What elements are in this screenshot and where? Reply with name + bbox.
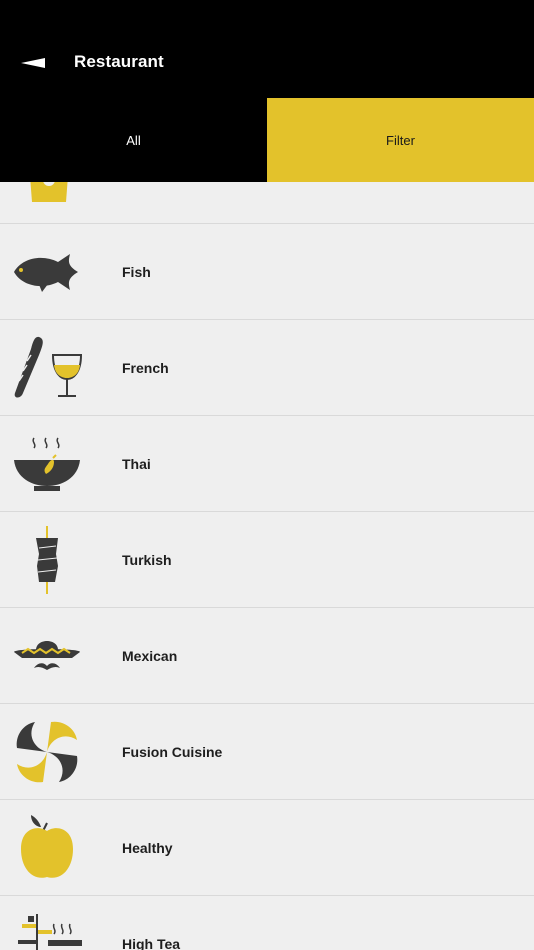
list-item-partial[interactable] bbox=[0, 182, 534, 224]
apple-icon bbox=[21, 815, 73, 878]
list-item-label: Turkish bbox=[122, 551, 172, 568]
noodle-bowl-icon bbox=[14, 437, 80, 491]
list-item-french[interactable]: French bbox=[0, 320, 534, 416]
list-item-label: Fusion Cuisine bbox=[122, 743, 223, 760]
high-tea-icon bbox=[18, 914, 82, 950]
fusion-swirl-icon bbox=[16, 721, 78, 783]
list-item-label: Fish bbox=[122, 263, 151, 280]
tab-bar: All Filter bbox=[0, 98, 534, 182]
kebab-icon bbox=[36, 526, 58, 594]
list-item-label: Healthy bbox=[122, 839, 173, 856]
list-item-fish[interactable]: Fish bbox=[0, 224, 534, 320]
list-item-high-tea[interactable]: High Tea bbox=[0, 896, 534, 950]
list-item-turkish[interactable]: Turkish bbox=[0, 512, 534, 608]
restaurant-screen: Restaurant All Filter Fish French Thai T… bbox=[0, 0, 534, 950]
list-item-label: Thai bbox=[122, 455, 151, 472]
list-item-healthy[interactable]: Healthy bbox=[0, 800, 534, 896]
back-button[interactable] bbox=[14, 44, 54, 82]
category-list[interactable]: Fish French Thai Turkish Mexican Fusion … bbox=[0, 182, 534, 950]
list-item-label: High Tea bbox=[122, 935, 181, 950]
list-item-mexican[interactable]: Mexican bbox=[0, 608, 534, 704]
back-arrow-icon bbox=[21, 58, 45, 68]
page-title: Restaurant bbox=[74, 52, 164, 71]
tab-filter[interactable]: Filter bbox=[267, 98, 534, 182]
app-header: Restaurant bbox=[0, 0, 534, 98]
tab-all[interactable]: All bbox=[0, 98, 267, 182]
takeaway-box-icon bbox=[30, 182, 68, 202]
baguette-wine-icon bbox=[14, 336, 83, 398]
list-item-thai[interactable]: Thai bbox=[0, 416, 534, 512]
list-item-label: Mexican bbox=[122, 647, 178, 664]
fish-icon bbox=[14, 254, 78, 292]
list-item-label: French bbox=[122, 359, 169, 376]
sombrero-icon bbox=[14, 641, 80, 670]
list-item-fusion-cuisine[interactable]: Fusion Cuisine bbox=[0, 704, 534, 800]
